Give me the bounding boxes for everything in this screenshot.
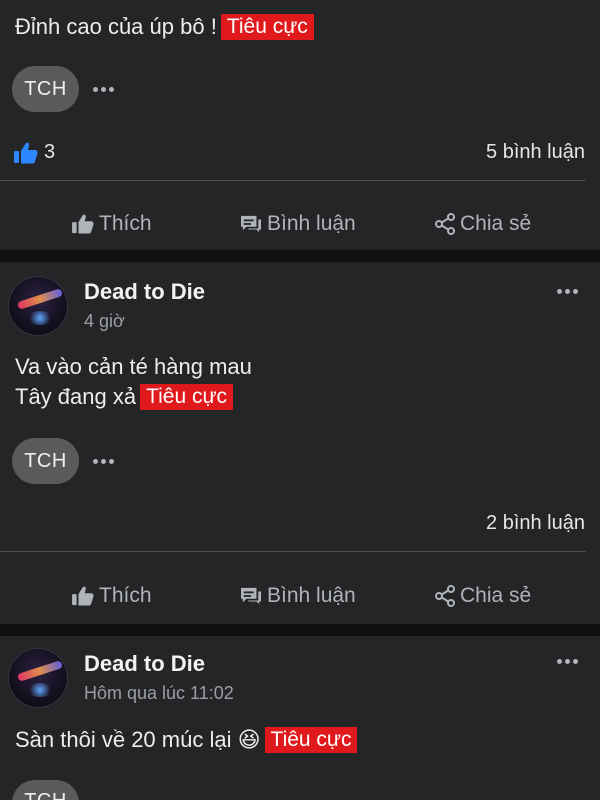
more-options-icon[interactable] [93, 66, 114, 112]
post-menu-icon[interactable] [557, 659, 578, 664]
post-card: Đỉnh cao của úp bô ! Tiêu cực TCH 3 5 bìn… [0, 0, 600, 250]
comment-button[interactable]: Bình luận [240, 212, 356, 236]
like-reaction-icon [14, 142, 38, 163]
comment-label: Bình luận [267, 584, 356, 607]
reaction-row: TCH [12, 780, 79, 800]
like-count[interactable]: 3 [14, 141, 55, 164]
post-message: Đỉnh cao của úp bô ! Tiêu cực [15, 12, 314, 42]
more-options-icon[interactable] [93, 438, 114, 484]
post-card: Dead to Die 4 giờ Va vào cản té hàng mau… [0, 262, 600, 624]
reaction-row: TCH [12, 438, 114, 484]
post-menu-icon[interactable] [557, 289, 578, 294]
author-name[interactable]: Dead to Die [84, 278, 205, 306]
share-button[interactable]: Chia sẻ [435, 584, 531, 608]
post-time[interactable]: Hôm qua lúc 11:02 [84, 680, 234, 706]
author-avatar[interactable] [8, 648, 68, 708]
post-message-line: Sàn thôi về 20 múc lại 😆 [15, 727, 261, 752]
like-label: Thích [99, 584, 152, 607]
comment-count[interactable]: 2 bình luận [486, 512, 585, 535]
post-message: Va vào cản té hàng mau Tây đang xả Tiêu c… [15, 352, 252, 412]
reactor-avatar[interactable]: TCH [12, 438, 79, 484]
post-message: Sàn thôi về 20 múc lại 😆 Tiêu cực [15, 725, 358, 755]
comment-button[interactable]: Bình luận [240, 584, 356, 608]
comment-count[interactable]: 5 bình luận [486, 141, 585, 164]
thumbs-up-icon [72, 586, 94, 606]
post-message-line: Đỉnh cao của úp bô ! [15, 14, 217, 39]
like-button[interactable]: Thích [72, 584, 152, 608]
comment-label: Bình luận [267, 212, 356, 235]
author-avatar[interactable] [8, 276, 68, 336]
sentiment-tag[interactable]: Tiêu cực [140, 384, 234, 410]
divider [0, 180, 586, 181]
divider [0, 551, 586, 552]
like-button[interactable]: Thích [72, 212, 152, 236]
sentiment-tag[interactable]: Tiêu cực [264, 727, 358, 753]
comment-icon [241, 587, 261, 605]
share-label: Chia sẻ [460, 212, 532, 235]
share-icon [435, 213, 455, 235]
share-button[interactable]: Chia sẻ [435, 212, 531, 236]
action-bar: Thích Bình luận Chia sẻ [0, 196, 600, 250]
author-name[interactable]: Dead to Die [84, 650, 234, 678]
action-bar: Thích Bình luận Chia sẻ [0, 568, 600, 624]
sentiment-tag[interactable]: Tiêu cực [220, 14, 314, 40]
like-label: Thích [99, 212, 152, 235]
post-message-line: Va vào cản té hàng mau [15, 354, 252, 379]
like-count-value: 3 [44, 141, 56, 163]
reactor-avatar[interactable]: TCH [12, 780, 79, 800]
reaction-row: TCH [12, 66, 114, 112]
post-header: Dead to Die 4 giờ [8, 276, 205, 336]
post-message-line: Tây đang xả [15, 384, 137, 409]
reactor-avatar[interactable]: TCH [12, 66, 79, 112]
post-header: Dead to Die Hôm qua lúc 11:02 [8, 648, 234, 708]
comment-icon [241, 215, 261, 233]
post-card: Dead to Die Hôm qua lúc 11:02 Sàn thôi v… [0, 636, 600, 800]
share-label: Chia sẻ [460, 584, 532, 607]
share-icon [435, 585, 455, 607]
thumbs-up-icon [72, 214, 94, 234]
post-time[interactable]: 4 giờ [84, 308, 205, 334]
